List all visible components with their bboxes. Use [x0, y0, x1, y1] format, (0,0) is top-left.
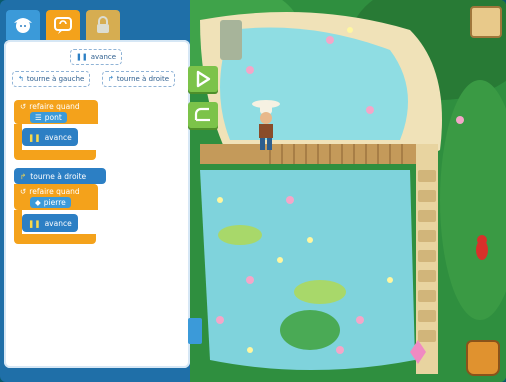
tab-bar	[6, 10, 120, 42]
footsteps-icon: ❚❚	[76, 53, 88, 61]
tab-code[interactable]	[46, 10, 80, 40]
loop-1-end	[14, 150, 96, 160]
play-icon	[196, 70, 211, 88]
turn-right-icon: ↱	[20, 171, 27, 181]
loop-block-1[interactable]: ↺ refaire quand ☰ pont	[14, 100, 98, 124]
condition-pierre[interactable]: ◆ pierre	[30, 196, 71, 208]
tab-avatar[interactable]	[6, 10, 40, 40]
palette-tourne-droite[interactable]: ↱ tourne à droite	[102, 71, 176, 87]
code-panel: ❚❚ avance ↰ tourne à gauche ↱ tourne à d…	[4, 40, 190, 368]
condition-pont[interactable]: ☰ pont	[30, 111, 67, 123]
loop-1-side	[14, 124, 22, 150]
code-icon	[54, 17, 72, 34]
repeat-icon: ↺	[20, 101, 27, 111]
loop-block-2[interactable]: ↺ refaire quand ◆ pierre	[14, 184, 98, 210]
parrot	[476, 235, 488, 260]
tab-locked[interactable]	[86, 10, 120, 40]
block-tourne-droite[interactable]: ↱ tourne à droite	[14, 168, 106, 184]
repeat-icon: ↺	[20, 186, 27, 196]
backpack-icon[interactable]	[466, 340, 500, 376]
map-scene	[190, 0, 506, 382]
turn-left-icon: ↰	[18, 75, 24, 83]
loop-2-side	[14, 210, 22, 234]
turn-right-icon: ↱	[108, 75, 114, 83]
game-window: ❚❚ avance ↰ tourne à gauche ↱ tourne à d…	[0, 0, 506, 382]
palette-tourne-gauche[interactable]: ↰ tourne à gauche	[12, 71, 91, 87]
play-button[interactable]	[188, 66, 218, 92]
game-map	[190, 0, 506, 382]
block-palette: ❚❚ avance ↰ tourne à gauche ↱ tourne à d…	[4, 40, 190, 92]
avatar-icon	[14, 18, 32, 33]
reset-button[interactable]	[188, 102, 218, 128]
stone-pillar	[220, 20, 242, 60]
reset-icon	[194, 107, 210, 122]
footsteps-icon: ❚❚	[28, 218, 41, 228]
map-scroll-icon[interactable]	[470, 6, 502, 38]
block-avance-2[interactable]: ❚❚ avance	[22, 214, 78, 232]
block-avance-1[interactable]: ❚❚ avance	[22, 128, 78, 146]
stone-icon: ◆	[35, 197, 41, 207]
lock-icon	[97, 16, 109, 33]
palette-avance[interactable]: ❚❚ avance	[70, 49, 123, 65]
footsteps-icon: ❚❚	[28, 132, 41, 142]
bridge-icon: ☰	[35, 112, 42, 122]
bridge	[200, 144, 420, 164]
loop-2-end	[14, 234, 96, 244]
panel-resize-handle[interactable]	[188, 318, 202, 344]
